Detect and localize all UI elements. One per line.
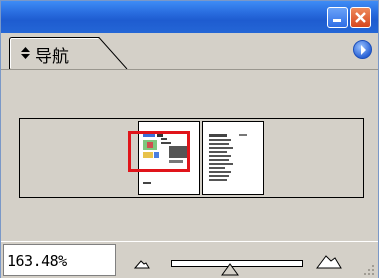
title-bar[interactable] xyxy=(1,1,378,33)
close-icon xyxy=(355,12,366,23)
panel-menu-button[interactable] xyxy=(353,40,372,59)
navigator-window: 导航 163.48% xyxy=(0,0,379,278)
small-mountain-icon xyxy=(134,260,150,269)
zoom-value: 163.48% xyxy=(7,252,67,270)
tab-label: 导航 xyxy=(35,47,69,67)
close-button[interactable] xyxy=(350,7,371,28)
zoom-in-button[interactable] xyxy=(316,253,342,269)
panel-tab-row: 导航 xyxy=(1,33,378,70)
page-preview-area[interactable] xyxy=(19,118,364,198)
page-right-content xyxy=(209,134,247,181)
zoom-input[interactable]: 163.48% xyxy=(3,244,116,276)
navigator-content xyxy=(3,70,376,241)
zoom-out-button[interactable] xyxy=(134,259,150,269)
status-bar: 163.48% xyxy=(1,241,378,278)
large-mountain-icon xyxy=(316,255,342,269)
minimize-button[interactable] xyxy=(327,7,348,28)
page-thumbnail-right xyxy=(202,121,264,195)
view-area-box[interactable] xyxy=(128,131,190,172)
resize-grip-icon[interactable] xyxy=(363,264,375,276)
up-down-arrows-icon xyxy=(21,47,30,61)
zoom-slider-thumb[interactable] xyxy=(221,263,240,276)
